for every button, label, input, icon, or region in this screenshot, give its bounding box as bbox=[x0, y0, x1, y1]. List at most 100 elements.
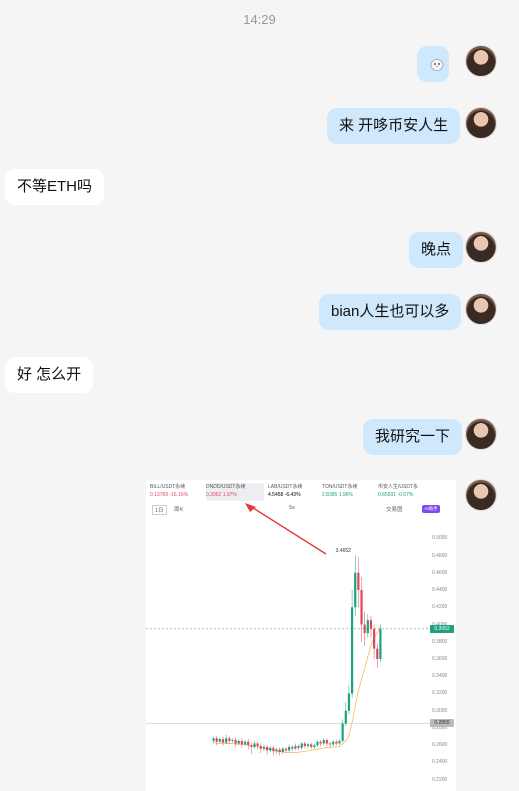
symbol-name: LAB/USDT永续 bbox=[268, 484, 303, 490]
candle-body bbox=[240, 740, 244, 745]
candle-body bbox=[310, 744, 313, 747]
candle-body bbox=[269, 747, 272, 751]
symbol-quote: 0.65931 -0.67% bbox=[378, 492, 414, 498]
candle-body bbox=[253, 743, 256, 747]
candle-body bbox=[218, 739, 221, 742]
candle-body bbox=[363, 624, 366, 634]
candle-body bbox=[366, 620, 369, 634]
candle-body bbox=[354, 572, 357, 608]
message-bubble-right[interactable]: 晚点 bbox=[409, 232, 464, 268]
candle-body bbox=[247, 741, 250, 746]
candle-body bbox=[376, 648, 379, 659]
candle-body bbox=[369, 620, 373, 629]
candle-body bbox=[221, 739, 225, 743]
candle-body bbox=[294, 746, 297, 749]
price-tick-label: 0.5000 bbox=[432, 535, 448, 542]
avatar[interactable] bbox=[465, 231, 497, 263]
avatar[interactable] bbox=[465, 479, 497, 511]
candle-body bbox=[250, 745, 253, 747]
symbol-quote: 0.3952 1.97% bbox=[206, 492, 237, 498]
moving-average-line bbox=[213, 626, 381, 753]
candle-body bbox=[275, 749, 278, 752]
symbol-quote: 2.8385 1.96% bbox=[322, 492, 353, 498]
candle-body bbox=[373, 628, 376, 649]
price-tick-label: 0.3400 bbox=[432, 673, 448, 680]
symbol-tab[interactable]: BILL/USDT永续 0.13769 -16.16% bbox=[150, 483, 204, 501]
candle-body bbox=[256, 743, 259, 747]
candle-body bbox=[300, 743, 303, 748]
candle-body bbox=[284, 748, 288, 751]
candle-body bbox=[288, 746, 291, 751]
candle-body bbox=[303, 743, 306, 747]
candle-body bbox=[347, 693, 351, 711]
message-bubble-right[interactable]: 我研究一下 bbox=[363, 419, 463, 455]
chart-toolbar: 1日 周K 5s 交易图 AI助手 bbox=[146, 504, 456, 516]
message-bubble-left[interactable]: 好 怎么开 bbox=[5, 357, 94, 393]
seal-emoji-icon bbox=[430, 59, 444, 71]
symbol-tab[interactable]: 币安人生/USDT永 0.65931 -0.67% bbox=[378, 483, 438, 501]
price-tick-label: 0.2600 bbox=[432, 742, 448, 749]
price-tick-label: 0.4400 bbox=[432, 587, 448, 594]
price-tick-label: 0.3800 bbox=[432, 638, 448, 645]
candlestick-chart bbox=[146, 503, 430, 756]
avatar[interactable] bbox=[465, 107, 497, 139]
candle-body bbox=[350, 607, 354, 694]
candle-body bbox=[313, 745, 316, 747]
message-bubble-left[interactable]: 不等ETH吗 bbox=[5, 169, 105, 205]
price-tick-label: 0.3200 bbox=[432, 690, 448, 697]
candle-body bbox=[325, 740, 329, 744]
symbol-tabs: BILL/USDT永续 0.13769 -16.16% DNDD/USDT永续 … bbox=[146, 483, 456, 501]
price-tick-label: 0.4600 bbox=[432, 569, 448, 576]
current-price-tag: 0.3952 bbox=[430, 624, 454, 633]
candle-body bbox=[357, 572, 360, 591]
candle-body bbox=[291, 746, 294, 749]
symbol-tab-active[interactable]: DNDD/USDT永续 0.3952 1.97% bbox=[206, 483, 264, 501]
candle-body bbox=[231, 740, 234, 741]
chart-screenshot-message[interactable]: BILL/USDT永续 0.13769 -16.16% DNDD/USDT永续 … bbox=[146, 480, 456, 791]
candle-body bbox=[379, 628, 382, 659]
candle-body bbox=[225, 738, 228, 743]
candle-body bbox=[332, 741, 335, 745]
symbol-name: DNDD/USDT永续 bbox=[206, 484, 246, 490]
timestamp: 14:29 bbox=[243, 12, 276, 27]
reference-price-tag: 0.2855 bbox=[430, 719, 454, 728]
avatar[interactable] bbox=[465, 293, 497, 325]
candle-body bbox=[215, 738, 218, 742]
candle-body bbox=[272, 747, 275, 752]
layout-button[interactable]: 交易图 bbox=[386, 505, 403, 513]
price-tick-label: 0.4800 bbox=[432, 552, 448, 559]
candle-body bbox=[338, 740, 341, 744]
avatar[interactable] bbox=[465, 45, 497, 77]
symbol-tab[interactable]: LAB/USDT永续 4.5458 -6.43% bbox=[268, 483, 320, 501]
symbol-quote: 0.13769 -16.16% bbox=[150, 492, 189, 498]
candle-body bbox=[297, 746, 300, 748]
timeframe-button[interactable]: 1日 bbox=[152, 505, 167, 515]
candle-body bbox=[328, 743, 332, 745]
candle-body bbox=[237, 740, 240, 744]
price-tick-label: 0.3600 bbox=[432, 656, 448, 662]
symbol-quote: 4.5458 -6.43% bbox=[268, 492, 301, 498]
symbol-tab[interactable]: TON/USDT永续 2.8385 1.96% bbox=[322, 483, 374, 501]
candle-body bbox=[360, 590, 363, 625]
ai-assistant-button[interactable]: AI助手 bbox=[422, 505, 440, 513]
message-bubble-right[interactable]: 来 开哆币安人生 bbox=[327, 108, 461, 144]
price-tick-label: 0.4200 bbox=[432, 604, 448, 611]
candle-body bbox=[281, 748, 284, 753]
message-bubble-sticker[interactable] bbox=[417, 46, 449, 82]
range-button[interactable]: 周K bbox=[174, 505, 183, 513]
candle-body bbox=[278, 749, 281, 753]
symbol-name: 币安人生/USDT永 bbox=[378, 484, 419, 490]
candle-body bbox=[262, 746, 266, 749]
candle-body bbox=[259, 746, 262, 749]
candle-body bbox=[316, 741, 319, 746]
candle-body bbox=[234, 740, 237, 744]
price-tick-label: 0.2400 bbox=[432, 759, 448, 766]
indicator-button[interactable]: 5s bbox=[289, 505, 295, 511]
avatar[interactable] bbox=[465, 418, 497, 450]
candle-body bbox=[228, 738, 231, 741]
candle-body bbox=[341, 723, 344, 741]
candle-body bbox=[335, 741, 338, 744]
candle-body bbox=[243, 741, 247, 745]
message-bubble-right[interactable]: bian人生也可以多 bbox=[319, 294, 462, 330]
price-tick-label: 0.2200 bbox=[432, 776, 448, 783]
